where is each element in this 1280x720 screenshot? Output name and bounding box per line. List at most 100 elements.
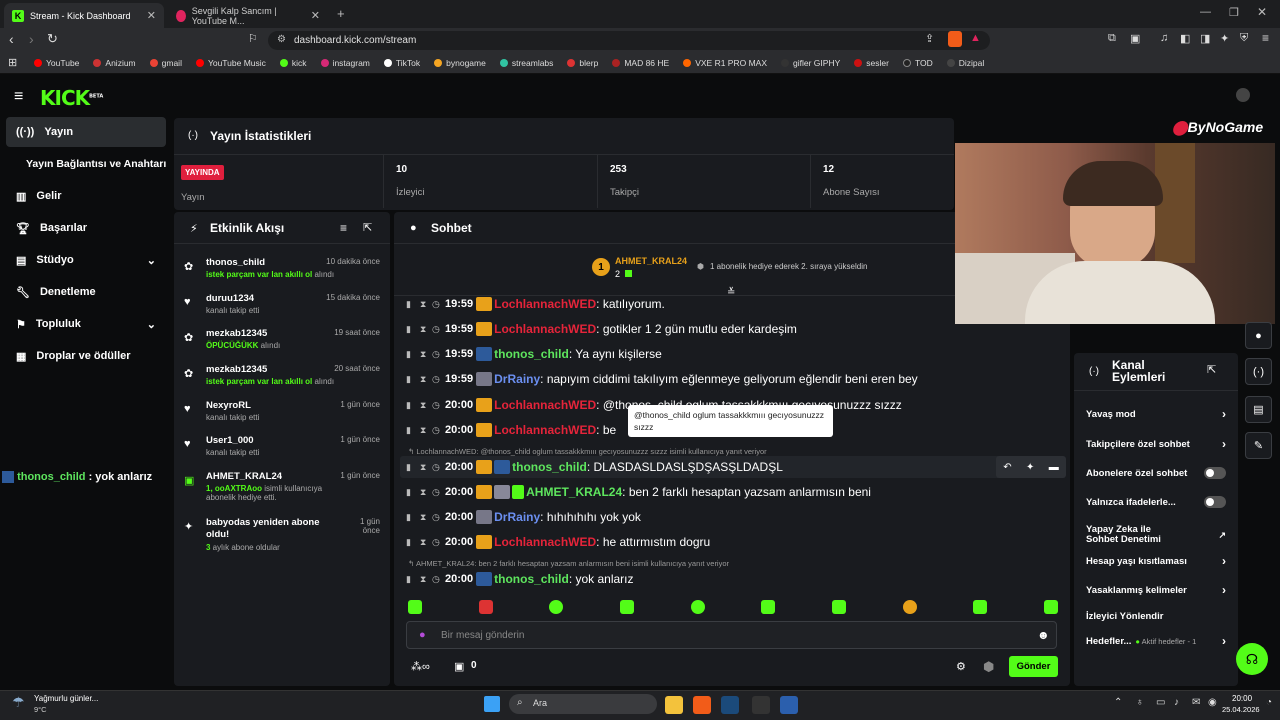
- back-icon[interactable]: ‹: [9, 31, 14, 47]
- mod-rail-button[interactable]: ✎: [1245, 432, 1272, 459]
- search-box[interactable]: ⌕ Ara: [509, 694, 657, 714]
- pin-icon[interactable]: ▮: [406, 574, 420, 585]
- chat-message[interactable]: ▮ ⧗ ◷ 20:00 thonos_child: DLASDASLDASLŞDŞASŞ…: [406, 456, 1066, 478]
- reload-icon[interactable]: ↻: [47, 31, 58, 47]
- emote-icon[interactable]: [619, 600, 634, 614]
- sidebar-item-denetleme[interactable]: 🔧︎ Denetleme: [6, 277, 166, 307]
- timeout-icon[interactable]: ⧗: [420, 487, 432, 498]
- pin-icon[interactable]: ▮: [406, 512, 420, 523]
- epic-games-icon[interactable]: [752, 696, 770, 714]
- chat-message[interactable]: ▮ ⧗ ◷ 20:00 AHMET_KRAL24: ben 2 farklı hesap…: [406, 481, 1066, 503]
- hamburger-menu-icon[interactable]: ≡: [14, 88, 23, 106]
- bookmark-youtube-music[interactable]: YouTube Music: [195, 58, 266, 68]
- store-icon[interactable]: [780, 696, 798, 714]
- user-settings-icon[interactable]: ⁂∞: [411, 660, 430, 673]
- sidebar-item-studyo[interactable]: ▤ Stüdyo ⌄: [6, 245, 166, 275]
- mic-tray-icon[interactable]: ♁: [1136, 697, 1144, 708]
- send-button[interactable]: Gönder: [1009, 656, 1058, 677]
- bookmark-anizium[interactable]: Anizium: [93, 58, 136, 68]
- avatar[interactable]: [1236, 88, 1250, 102]
- leo-icon[interactable]: ✦: [1220, 32, 1229, 45]
- pin-icon[interactable]: ▮: [406, 425, 420, 436]
- bookmark-kick[interactable]: kick: [279, 58, 307, 68]
- timeout-icon[interactable]: ⧗: [420, 425, 432, 436]
- option-goals[interactable]: Hedefler... ● Aktif hedefler - 1 ›: [1086, 630, 1226, 652]
- close-window-icon[interactable]: ✕: [1257, 5, 1267, 19]
- chat-message[interactable]: ▮ ⧗ ◷ 20:00 thonos_child: yok anlarız: [406, 568, 1066, 590]
- chat-rail-button[interactable]: ●: [1245, 322, 1272, 349]
- emote-icon[interactable]: [408, 600, 422, 614]
- broadcast-rail-button[interactable]: (·): [1245, 358, 1272, 385]
- bookmark-dizipal[interactable]: Dizipal: [946, 58, 984, 68]
- settings-gear-icon[interactable]: ⚙: [956, 660, 966, 673]
- bookmark-gmail[interactable]: gmail: [149, 58, 182, 68]
- apps-grid-icon[interactable]: ⊞: [8, 56, 17, 69]
- pin-icon[interactable]: ▮: [406, 374, 420, 385]
- forward-icon[interactable]: ›: [29, 31, 34, 47]
- option-host[interactable]: İzleyici Yönlendir: [1086, 605, 1226, 627]
- layout-rail-button[interactable]: ▤: [1245, 396, 1272, 423]
- sidebar-item-stream-key[interactable]: Yayın Bağlantısı ve Anahtarı: [6, 149, 176, 179]
- music-icon[interactable]: ♫: [1160, 32, 1168, 44]
- pin-icon[interactable]: ▮: [406, 462, 420, 473]
- bookmark-youtube[interactable]: YouTube: [34, 58, 79, 68]
- extensions-icon[interactable]: ⧉: [1108, 32, 1116, 45]
- start-button[interactable]: [484, 696, 500, 712]
- emote-icon[interactable]: [761, 600, 776, 614]
- pin-icon[interactable]: ▮: [406, 299, 420, 310]
- pin-icon[interactable]: ▮: [406, 487, 420, 498]
- bookmark-sesler[interactable]: sesler: [854, 58, 889, 68]
- site-info-icon[interactable]: ⚙: [277, 34, 286, 45]
- file-explorer-icon[interactable]: [665, 696, 683, 714]
- notification-bell-icon[interactable]: ◔: [1266, 697, 1272, 708]
- sidebar-item-basarilar[interactable]: 🏆︎ Başarılar: [6, 213, 166, 243]
- pin-icon[interactable]: ▮: [406, 537, 420, 548]
- sidebar-item-topluluk[interactable]: ⚑ Topluluk ⌄: [6, 309, 166, 339]
- option-slow-mode[interactable]: Yavaş mod ›: [1086, 403, 1226, 425]
- bot-icon[interactable]: ⬢: [983, 659, 994, 675]
- chat-message[interactable]: ▮ ⧗ ◷ 20:00 DrRainy: hıhıhıhıhı yok yok: [406, 506, 1066, 528]
- brave-browser-icon[interactable]: [693, 696, 711, 714]
- volume-icon[interactable]: ♪: [1174, 697, 1179, 708]
- option-account-age[interactable]: Hesap yaşı kısıtlaması ›: [1086, 550, 1226, 572]
- notification-icon[interactable]: ✉: [1192, 697, 1200, 708]
- bookmark-streamlabs[interactable]: streamlabs: [499, 58, 553, 68]
- network-icon[interactable]: ▭: [1156, 697, 1165, 708]
- bookmark-bynogame[interactable]: bynogame: [434, 58, 486, 68]
- delete-icon[interactable]: ▬: [1049, 462, 1059, 473]
- timeout-icon[interactable]: ⧗: [420, 512, 432, 523]
- support-button[interactable]: ☊: [1236, 643, 1268, 675]
- pin-icon[interactable]: ▮: [406, 349, 420, 360]
- timeout-icon[interactable]: ⧗: [420, 400, 432, 411]
- chat-message[interactable]: ▮ ⧗ ◷ 19:59 DrRainy: napıyım ciddimi takılıy…: [406, 368, 1066, 390]
- wallet-icon[interactable]: ◨: [1200, 32, 1210, 45]
- url-field[interactable]: ⚙ dashboard.kick.com/stream: [268, 31, 990, 50]
- option-ai-moderation[interactable]: Yapay Zeka ile Sohbet Denetimi ↗: [1086, 520, 1226, 550]
- tray-chevron-icon[interactable]: ⌃: [1114, 697, 1122, 708]
- bookmark-blerp[interactable]: blerp: [567, 58, 598, 68]
- vpn-icon[interactable]: ⛨: [1240, 32, 1248, 45]
- timeout-icon[interactable]: ⧗: [420, 374, 432, 385]
- close-tab-icon[interactable]: ✕: [311, 9, 320, 22]
- pin-message-icon[interactable]: ✦: [1026, 462, 1034, 473]
- share-icon[interactable]: ⇪: [925, 32, 934, 45]
- minimize-icon[interactable]: —: [1200, 6, 1211, 18]
- screenshot-icon[interactable]: ▣: [1130, 32, 1140, 45]
- popout-icon[interactable]: ⇱: [363, 221, 372, 234]
- chat-message[interactable]: ▮ ⧗ ◷ 19:59 thonos_child: Ya aynı kişilerse: [406, 343, 1066, 365]
- subs-only-toggle[interactable]: [1204, 467, 1226, 479]
- pin-icon[interactable]: ▮: [406, 324, 420, 335]
- microphone-icon[interactable]: ●: [419, 629, 426, 641]
- timeout-icon[interactable]: ⧗: [420, 324, 432, 335]
- timeout-icon[interactable]: ⧗: [420, 349, 432, 360]
- option-followers-only[interactable]: Takipçilere özel sohbet ›: [1086, 433, 1226, 455]
- emote-icon[interactable]: [690, 600, 705, 614]
- timeout-icon[interactable]: ⧗: [420, 299, 432, 310]
- rewards-icon[interactable]: ▲: [970, 32, 981, 44]
- chat-message[interactable]: ▮ ⧗ ◷ 20:00 LochlannachWED: he attırmıstım d…: [406, 531, 1066, 553]
- emoji-icon[interactable]: ☻: [1037, 628, 1050, 642]
- emote-icon[interactable]: [973, 600, 988, 614]
- kick-logo[interactable]: KICKBETA: [40, 86, 103, 110]
- sidebar-item-gelir[interactable]: ▥ Gelir: [6, 181, 166, 211]
- pin-icon[interactable]: ▮: [406, 400, 420, 411]
